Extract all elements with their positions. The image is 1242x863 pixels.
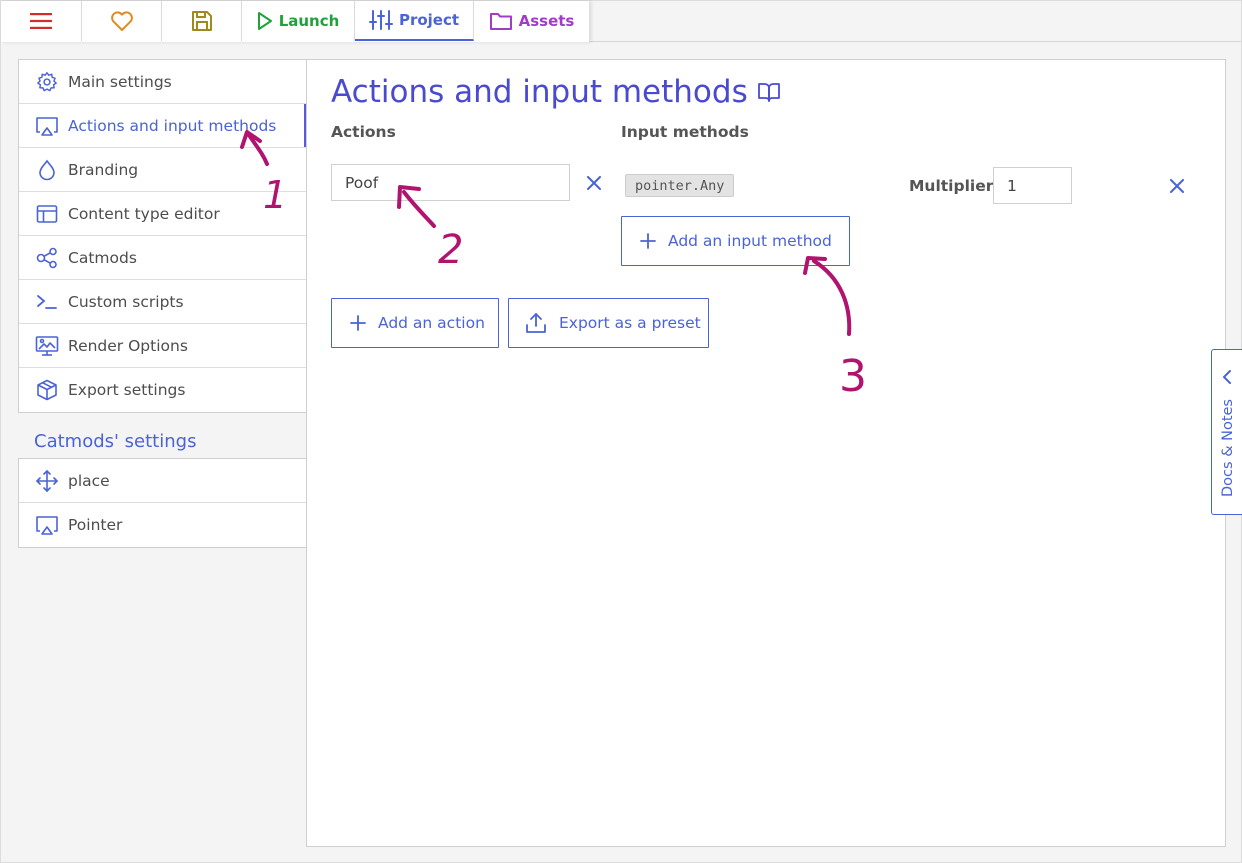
sidebar-item-label: Content type editor	[68, 204, 220, 223]
input-method-code: pointer.Any	[625, 174, 735, 197]
sidebar-item-main-settings[interactable]: Main settings	[19, 60, 306, 104]
tab-project-label: Project	[398, 11, 460, 29]
input-methods-header: Input methods	[621, 123, 749, 141]
sidebar-item-label: Export settings	[68, 381, 186, 399]
catmods-settings-heading: Catmods' settings	[34, 431, 197, 452]
main-panel: Actions and input methods Actions Input …	[306, 59, 1226, 847]
add-action-label: Add an action	[378, 314, 485, 332]
sidebar-item-branding[interactable]: Branding	[19, 148, 306, 192]
hamburger-menu-icon	[30, 13, 52, 29]
layout-icon	[36, 204, 58, 223]
sidebar-item-pointer[interactable]: Pointer	[19, 503, 306, 547]
docs-notes-tab[interactable]: Docs & Notes	[1211, 349, 1242, 515]
actions-header: Actions	[331, 123, 396, 141]
tab-assets-label: Assets	[518, 12, 575, 30]
favorites-button[interactable]	[82, 1, 162, 41]
tab-assets[interactable]: Assets	[474, 1, 589, 41]
settings-nav: Main settings Actions and input methods …	[18, 59, 306, 413]
save-button[interactable]	[162, 1, 242, 41]
action-name-input[interactable]	[331, 164, 570, 201]
chevron-left-icon	[1223, 370, 1231, 384]
sidebar-item-label: Branding	[68, 160, 139, 179]
gear-icon	[37, 71, 57, 91]
tab-launch[interactable]: Launch	[242, 1, 355, 41]
sidebar-item-label: Actions and input methods	[68, 116, 277, 135]
sidebar-item-catmods[interactable]: Catmods	[19, 236, 306, 280]
top-toolbar: Launch Project Assets	[1, 1, 1241, 42]
catmods-nav: place Pointer	[18, 458, 306, 548]
add-action-button[interactable]: Add an action	[331, 298, 499, 348]
sidebar-item-place[interactable]: place	[19, 459, 306, 503]
move-arrows-icon	[36, 469, 58, 492]
sidebar-item-label: Custom scripts	[68, 292, 184, 311]
close-icon	[1170, 179, 1184, 193]
sidebar-item-label: Render Options	[68, 336, 188, 355]
floppy-save-icon	[191, 11, 212, 31]
airplay-icon	[36, 516, 58, 535]
delete-action-button[interactable]	[583, 172, 605, 194]
menu-button[interactable]	[1, 1, 82, 41]
multiplier-label: Multiplier:	[909, 177, 1000, 195]
multiplier-input[interactable]	[993, 167, 1072, 204]
page-title: Actions and input methods	[331, 74, 781, 110]
sidebar-item-content-types[interactable]: Content type editor	[19, 192, 306, 236]
sidebar-item-label: Pointer	[68, 516, 123, 534]
folder-icon	[489, 13, 512, 30]
export-preset-button[interactable]: Export as a preset	[508, 298, 709, 348]
share-nodes-icon	[36, 247, 57, 268]
plus-icon	[350, 315, 366, 331]
main-tabs: Launch Project Assets	[1, 1, 589, 42]
page-title-text: Actions and input methods	[331, 74, 748, 110]
upload-icon	[526, 313, 546, 333]
add-input-method-label: Add an input method	[668, 232, 832, 250]
export-preset-label: Export as a preset	[559, 314, 701, 332]
sidebar-item-export-settings[interactable]: Export settings	[19, 368, 306, 412]
sidebar-item-label: Catmods	[68, 248, 137, 267]
add-input-method-button[interactable]: Add an input method	[621, 216, 850, 266]
sidebar-item-actions[interactable]: Actions and input methods	[19, 104, 306, 148]
package-icon	[37, 379, 57, 401]
docs-notes-label: Docs & Notes	[1220, 399, 1236, 497]
sidebar-item-custom-scripts[interactable]: Custom scripts	[19, 280, 306, 324]
delete-input-method-button[interactable]	[1166, 175, 1188, 197]
heart-icon	[110, 11, 133, 31]
droplet-icon	[39, 159, 55, 180]
sliders-icon	[368, 10, 393, 30]
book-open-icon[interactable]	[757, 81, 781, 103]
monitor-image-icon	[35, 335, 59, 356]
sidebar-item-render-options[interactable]: Render Options	[19, 324, 306, 368]
terminal-icon	[37, 294, 57, 309]
play-icon	[257, 12, 272, 30]
tab-launch-label: Launch	[278, 12, 340, 30]
sidebar-item-label: Main settings	[68, 72, 172, 91]
airplay-icon	[36, 116, 58, 136]
close-icon	[587, 176, 601, 190]
tab-project[interactable]: Project	[355, 1, 474, 41]
plus-icon	[640, 233, 656, 249]
sidebar-item-label: place	[68, 471, 110, 490]
